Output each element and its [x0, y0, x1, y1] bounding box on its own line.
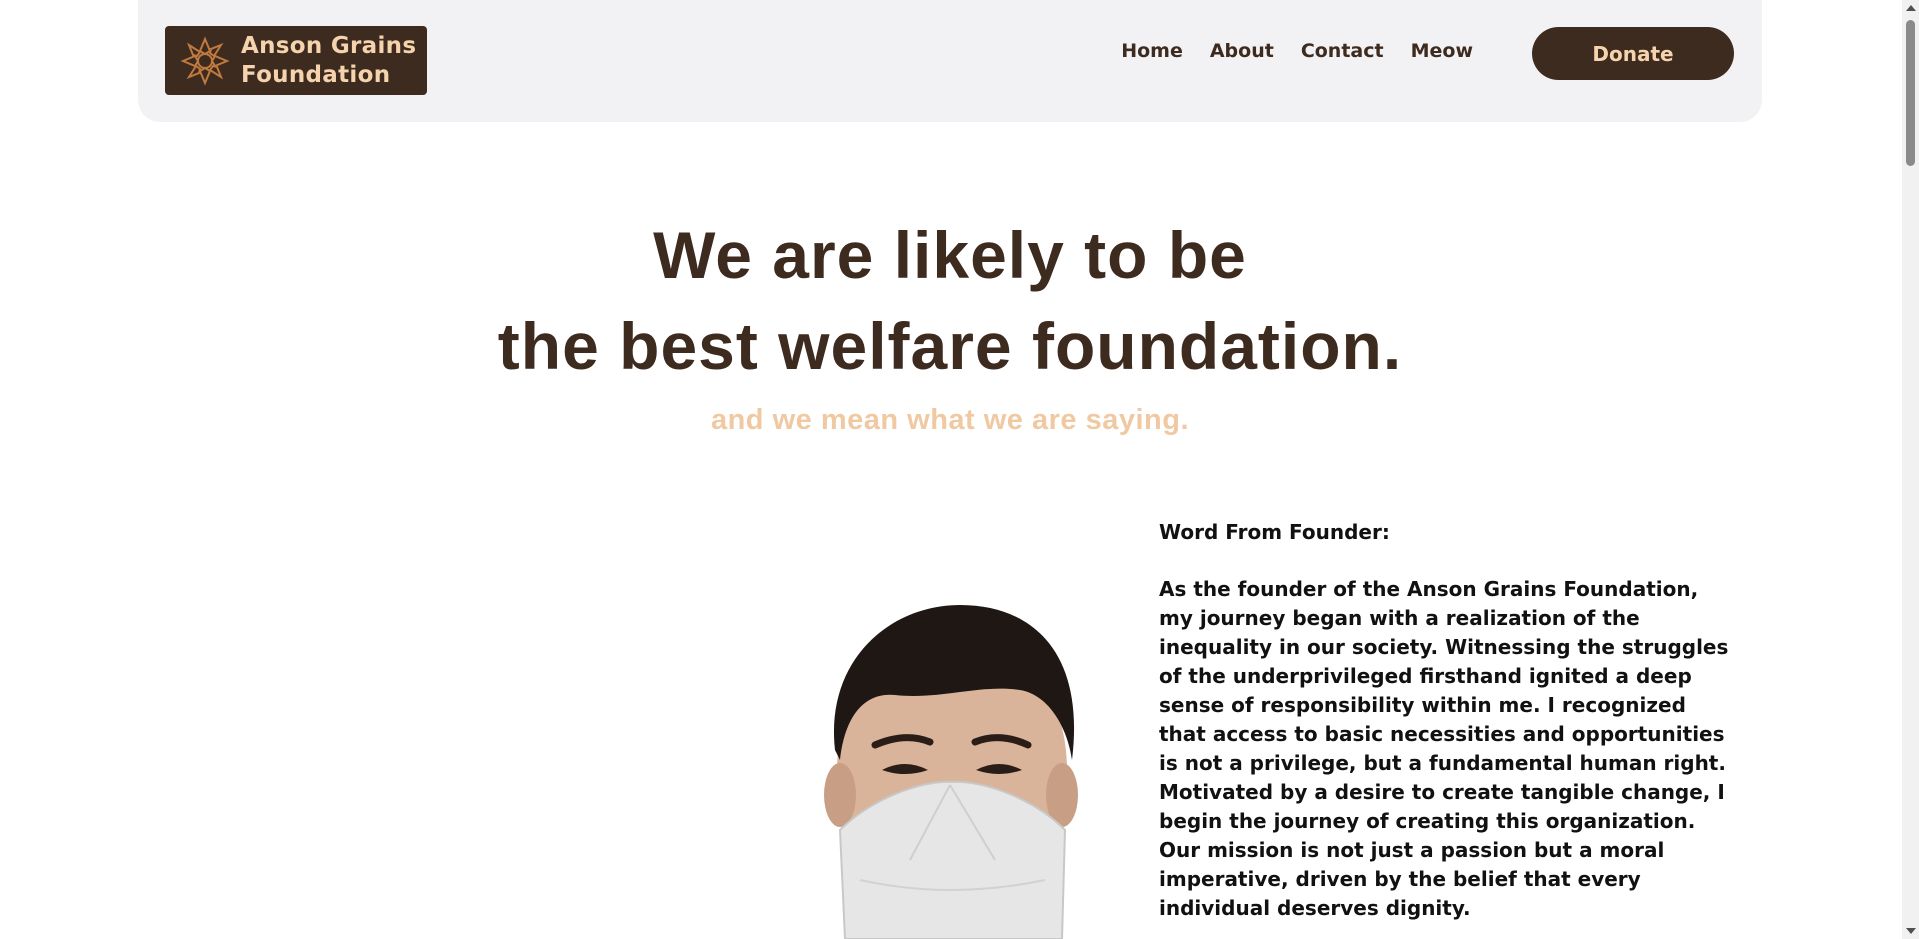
hero-title-line1: We are likely to be: [653, 218, 1247, 292]
site-header: Anson Grains Foundation Home About Conta…: [138, 0, 1762, 122]
brand-name-line2: Foundation: [241, 61, 391, 88]
logo[interactable]: Anson Grains Foundation: [165, 26, 427, 95]
scroll-down-arrow-icon[interactable]: [1906, 928, 1916, 934]
nav-home[interactable]: Home: [1121, 40, 1183, 62]
nav-contact[interactable]: Contact: [1301, 40, 1384, 62]
nav-meow[interactable]: Meow: [1411, 40, 1473, 62]
hero-tagline: and we mean what we are saying.: [710, 404, 1190, 436]
page: Anson Grains Foundation Home About Conta…: [0, 0, 1919, 939]
donate-button[interactable]: Donate: [1532, 27, 1734, 80]
nav-about[interactable]: About: [1210, 40, 1274, 62]
founder-photo: [800, 600, 1100, 939]
brand-name: Anson Grains Foundation: [241, 32, 416, 90]
hero: We are likely to be the best welfare fou…: [0, 210, 1900, 392]
founder-portrait: [824, 605, 1078, 939]
founder-message: Word From Founder: As the founder of the…: [1159, 518, 1739, 923]
founder-body: As the founder of the Anson Grains Found…: [1159, 577, 1729, 920]
founder-heading: Word From Founder:: [1159, 520, 1390, 544]
hero-title: We are likely to be the best welfare fou…: [0, 210, 1900, 392]
hero-title-line2: the best welfare foundation.: [497, 309, 1403, 383]
sun-mandala-icon: [180, 35, 230, 86]
scrollbar-thumb[interactable]: [1906, 20, 1915, 166]
main-nav: Home About Contact Meow: [1121, 40, 1473, 62]
vertical-scrollbar[interactable]: [1902, 0, 1919, 939]
scroll-up-arrow-icon[interactable]: [1906, 5, 1916, 11]
brand-name-line1: Anson Grains: [241, 32, 417, 59]
